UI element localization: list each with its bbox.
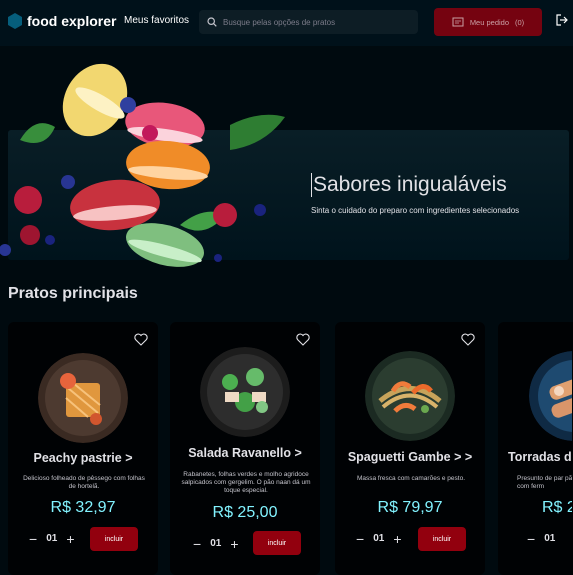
dish-price: R$ 25,00 [212,504,278,521]
dish-price: R$ 2 [542,499,573,516]
quantity-stepper: − 01 + [29,532,75,546]
dish-name[interactable]: Peachy pastrie > [9,451,157,465]
dish-description: Rabanetes, folhas verdes e molho agridoc… [181,471,311,494]
dish-description: Delicioso folheado de pêssego com folhas… [23,475,145,490]
heart-icon[interactable] [461,333,475,346]
section-title: Pratos principais [8,285,138,302]
dish-image[interactable] [529,351,573,441]
quantity-value: 01 [210,538,222,549]
my-order-label: Meu pedido [469,17,510,27]
decrease-button[interactable]: − [193,537,201,551]
quantity-stepper: − 01 + [356,532,402,546]
hexagon-logo-icon [8,13,22,29]
my-order-button[interactable]: Meu pedido (0) [434,8,542,36]
dish-card: Spaguetti Gambe > > Massa fresca com cam… [335,322,485,575]
order-count: (0) [515,17,525,27]
include-button[interactable]: incluir [253,531,301,555]
sign-out-icon[interactable] [556,14,568,26]
heart-icon[interactable] [296,333,310,346]
dish-price: R$ 79,97 [377,499,443,516]
dish-name[interactable]: Torradas d [508,450,572,464]
receipt-icon [452,17,464,27]
dish-image[interactable] [365,351,455,441]
search-icon [207,17,217,27]
macarons-illustration [0,63,285,267]
dish-image[interactable] [38,353,128,443]
dish-description: Massa fresca com camarões e pesto. [356,475,465,482]
include-button[interactable]: incluir [90,527,138,551]
dish-name[interactable]: Spaguetti Gambe > > [336,450,484,464]
decrease-button[interactable]: − [356,532,364,546]
include-button[interactable]: incluir [418,527,466,551]
increase-button[interactable]: + [230,537,238,551]
increase-button[interactable]: + [393,532,401,546]
dish-price: R$ 32,97 [50,499,116,516]
dish-name[interactable]: Salada Ravanello > [171,446,319,460]
dish-image[interactable] [200,347,290,437]
quantity-value: 01 [544,533,556,544]
dish-description: Presunto de par pão com ferm [517,475,573,490]
banner-subtitle: Sinta o cuidado do preparo com ingredien… [311,206,520,215]
quantity-value: 01 [373,533,385,544]
dish-card: Peachy pastrie > Delicioso folheado de p… [8,322,158,575]
dish-card: Salada Ravanello > Rabanetes, folhas ver… [170,322,320,575]
increase-button[interactable]: + [66,532,74,546]
favorites-link[interactable]: Meus favoritos [124,15,189,26]
search-input[interactable] [223,17,413,27]
header: food explorer Meus favoritos Meu pedido … [0,0,573,46]
heart-icon[interactable] [134,333,148,346]
brand-name: food explorer [27,13,117,29]
banner-title: Sabores inigualáveis [311,173,507,197]
brand-logo[interactable]: food explorer [8,13,116,29]
quantity-stepper: − 01 + [193,537,239,551]
search-bar[interactable] [199,10,418,34]
decrease-button[interactable]: − [527,532,535,546]
dish-card: Torradas d Presunto de par pão com ferm … [498,322,573,575]
quantity-value: 01 [46,533,58,544]
quantity-stepper: − 01 [527,532,556,546]
decrease-button[interactable]: − [29,532,37,546]
